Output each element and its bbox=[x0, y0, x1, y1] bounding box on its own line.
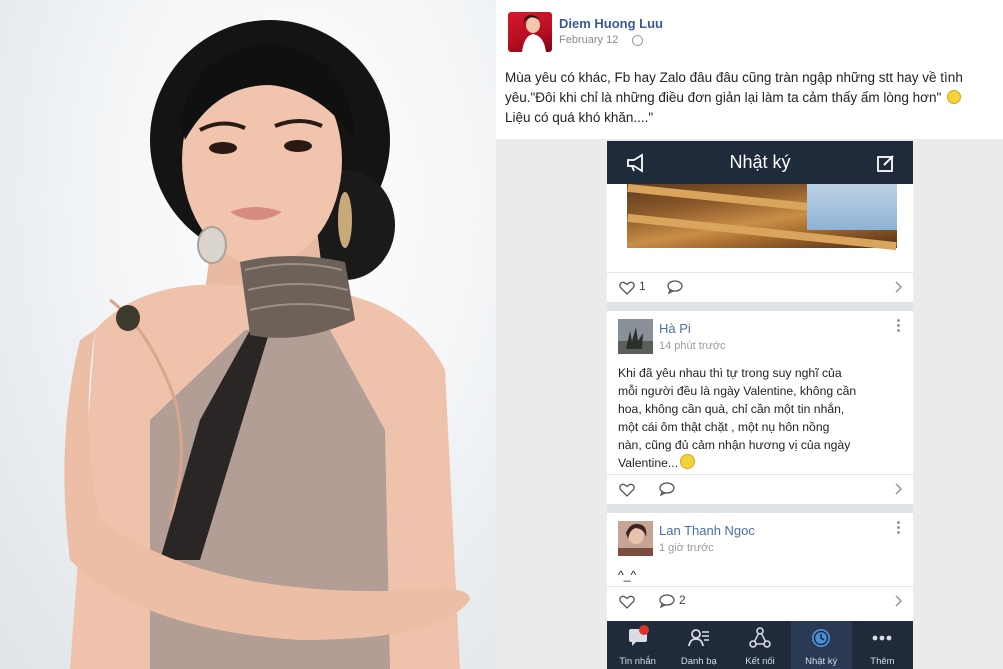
nav-item-connect[interactable]: Kết nối bbox=[729, 621, 790, 669]
comment-icon[interactable] bbox=[659, 594, 675, 608]
post-header: Diem Huong Luu February 12 bbox=[504, 10, 994, 54]
comment-count: 2 bbox=[679, 593, 686, 607]
diary-entry: Lan Thanh Ngoc 1 giờ trước ^_^ 2 bbox=[607, 513, 913, 624]
smile-emoji-icon bbox=[947, 90, 962, 104]
avatar[interactable] bbox=[618, 319, 653, 354]
smile-emoji-icon bbox=[680, 454, 696, 469]
heart-icon[interactable] bbox=[619, 595, 635, 609]
entry-text: ^_^ bbox=[618, 568, 637, 582]
nav-item-diary[interactable]: Nhật ký bbox=[790, 621, 852, 669]
entry-time: 1 giờ trước bbox=[659, 542, 714, 554]
author-name[interactable]: Diem Huong Luu bbox=[559, 16, 663, 31]
diary-entry: Hà Pi 14 phút trước Khi đã yêu nhau thì … bbox=[607, 311, 913, 504]
card-actions bbox=[607, 474, 913, 504]
post-text: Mùa yêu có khác, Fb hay Zalo đâu đâu cũn… bbox=[505, 68, 995, 128]
chevron-right-icon[interactable] bbox=[894, 594, 903, 608]
app-header-bar: Nhật ký bbox=[607, 141, 913, 184]
card-actions: 1 bbox=[607, 272, 913, 302]
like-count: 1 bbox=[639, 279, 646, 293]
nav-label: Nhật ký bbox=[805, 656, 838, 667]
diary-card-photo: 1 bbox=[607, 183, 913, 302]
avatar[interactable] bbox=[618, 521, 653, 556]
unread-badge bbox=[639, 625, 649, 635]
nav-label: Tin nhắn bbox=[619, 656, 656, 667]
entry-text: Khi đã yêu nhau thì tự trong suy nghĩ củ… bbox=[618, 364, 910, 472]
nav-label: Thêm bbox=[870, 656, 895, 667]
chevron-right-icon[interactable] bbox=[894, 482, 903, 496]
nav-label: Kết nối bbox=[745, 656, 775, 667]
card-actions: 2 bbox=[607, 586, 913, 616]
entry-time: 14 phút trước bbox=[659, 340, 726, 352]
attached-phone-screenshot[interactable]: Nhật ký 1 Hà Pi 14 phút trước Khi đã yêu… bbox=[607, 141, 913, 669]
post-text-end: Liệu có quá khó khăn...." bbox=[505, 110, 654, 125]
portrait-photo bbox=[0, 0, 496, 669]
nav-label: Danh bạ bbox=[680, 656, 717, 667]
post-text-main: Mùa yêu có khác, Fb hay Zalo đâu đâu cũn… bbox=[505, 70, 963, 105]
image-sky bbox=[807, 184, 897, 230]
bottom-navigation: Tin nhắn Danh bạ Kết nối Nhật ký Thêm bbox=[607, 621, 913, 669]
facebook-post: Diem Huong Luu February 12 Mùa yêu có kh… bbox=[496, 0, 1003, 669]
connect-icon bbox=[749, 627, 771, 648]
nav-item-more[interactable]: Thêm bbox=[852, 621, 913, 669]
chevron-right-icon[interactable] bbox=[894, 280, 903, 294]
author-avatar[interactable] bbox=[508, 12, 552, 52]
globe-icon bbox=[632, 35, 643, 46]
nav-item-contacts[interactable]: Danh bạ bbox=[668, 621, 729, 669]
entry-author[interactable]: Lan Thanh Ngoc bbox=[659, 523, 755, 538]
heart-icon[interactable] bbox=[619, 483, 635, 497]
post-date[interactable]: February 12 bbox=[559, 34, 618, 46]
entry-author[interactable]: Hà Pi bbox=[659, 321, 691, 336]
clock-icon bbox=[812, 629, 831, 647]
contacts-icon bbox=[687, 629, 709, 647]
comment-icon[interactable] bbox=[659, 482, 675, 496]
entry-text-body: Khi đã yêu nhau thì tự trong suy nghĩ củ… bbox=[618, 366, 857, 470]
diary-card-image bbox=[627, 183, 897, 251]
heart-icon[interactable] bbox=[619, 281, 635, 295]
more-icon bbox=[873, 635, 892, 641]
more-options-icon[interactable] bbox=[897, 319, 901, 333]
page: Diem Huong Luu February 12 Mùa yêu có kh… bbox=[0, 0, 1003, 669]
more-options-icon[interactable] bbox=[897, 521, 901, 535]
app-title: Nhật ký bbox=[729, 152, 791, 172]
nav-item-messages[interactable]: Tin nhắn bbox=[607, 621, 668, 669]
comment-icon[interactable] bbox=[667, 280, 683, 294]
compose-icon bbox=[877, 155, 894, 172]
